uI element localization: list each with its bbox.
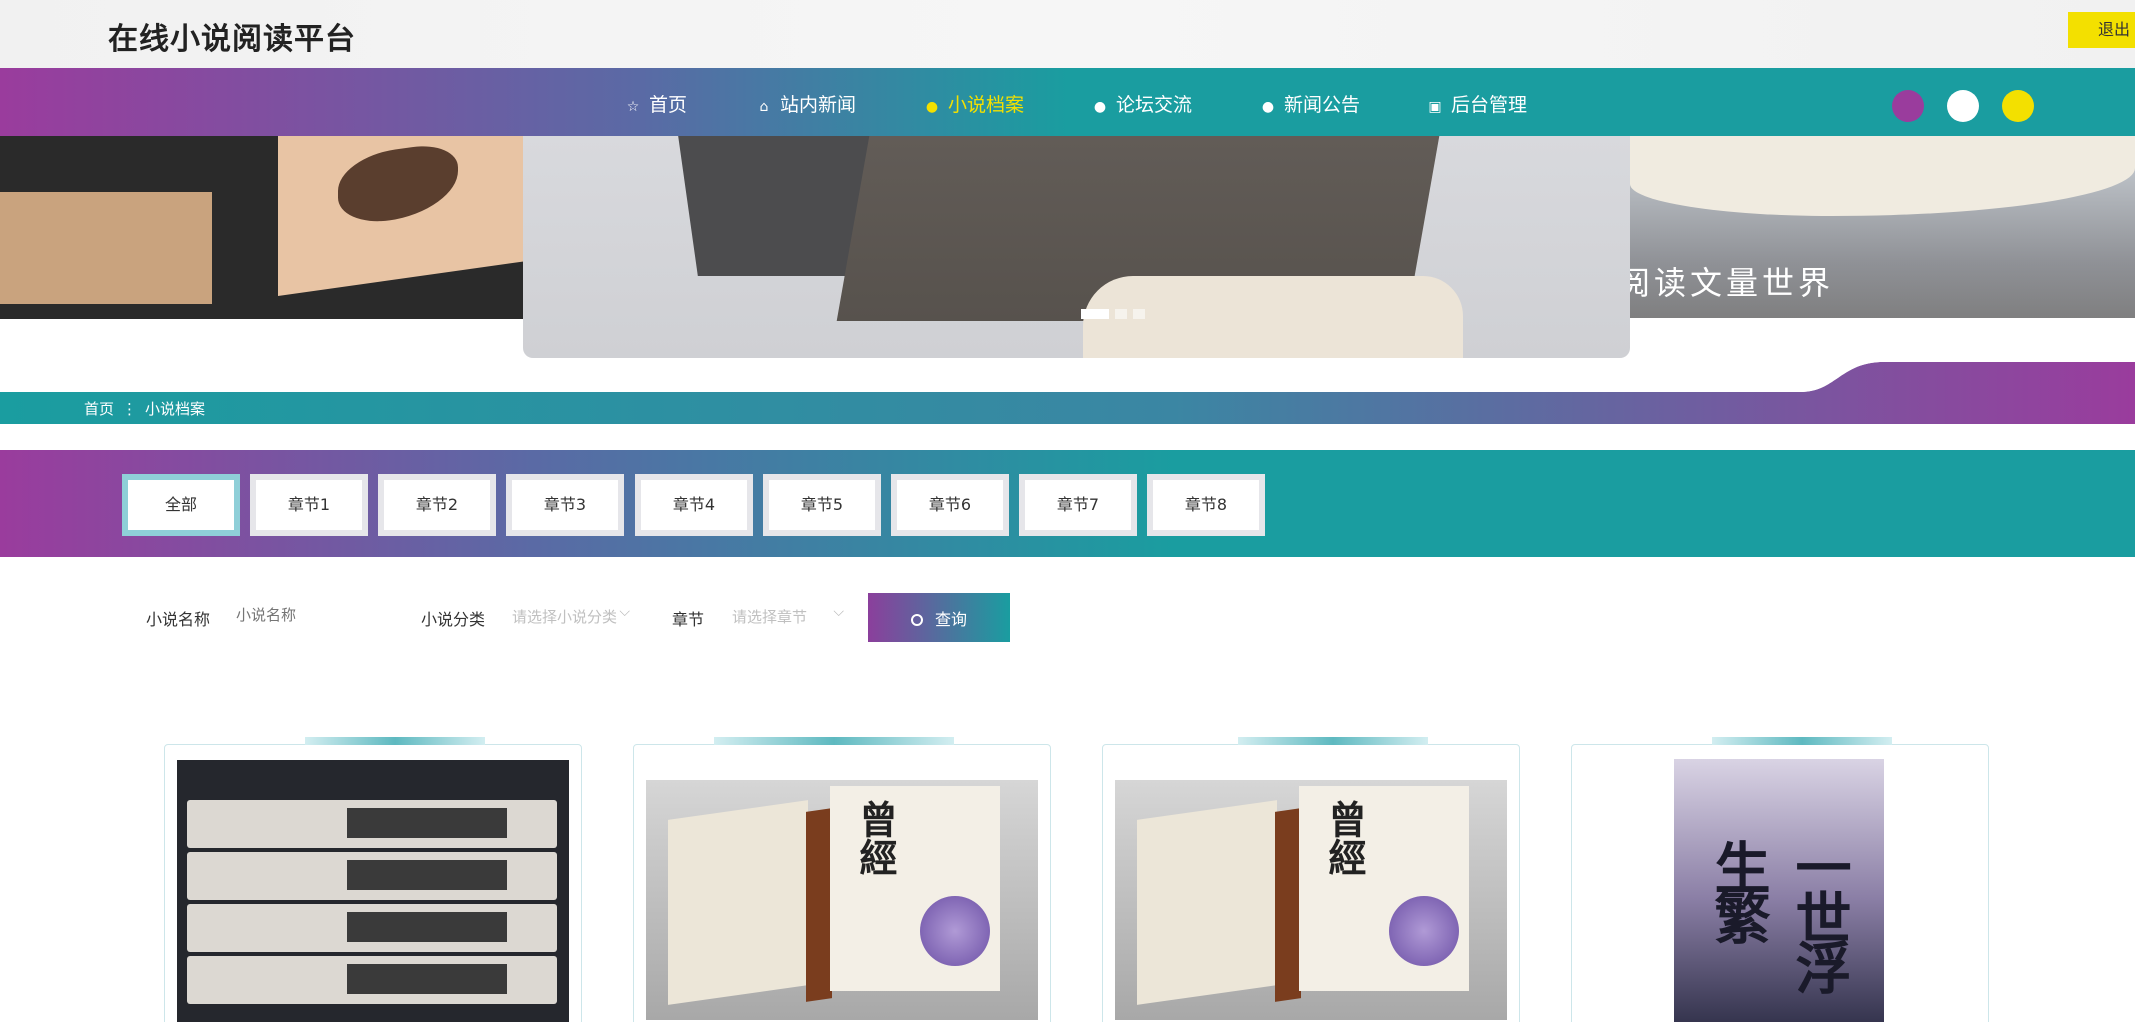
question-icon: ●	[1093, 99, 1107, 115]
carousel-indicators	[1081, 309, 1161, 319]
lotus-image	[1389, 896, 1459, 966]
info-icon: ●	[925, 99, 939, 115]
novel-name-label: 小说名称	[146, 610, 211, 629]
nav-label: 站内新闻	[780, 94, 857, 116]
card-tab	[1712, 737, 1892, 745]
novel-name-input[interactable]	[226, 592, 376, 638]
chapter-select-value: 请选择章节	[732, 608, 808, 626]
business-card-image	[278, 136, 528, 296]
carousel-dot[interactable]	[1081, 309, 1109, 319]
logout-button[interactable]: 退出	[2068, 12, 2135, 48]
info-icon: ●	[1261, 99, 1275, 115]
novel-card[interactable]: 一世浮生繁	[1571, 737, 1989, 1022]
banner-overlay-text: 阅读文量世界	[1618, 264, 1835, 302]
breadcrumb-home[interactable]: 首页	[84, 400, 114, 418]
novel-card[interactable]: 曾經	[1102, 737, 1520, 1022]
chip-chapter-2[interactable]: 章节2	[378, 474, 496, 536]
main-nav: ☆ 首页 ⌂ 站内新闻 ● 小说档案 ● 论坛交流 ● 新闻公告 ▣ 后台管理	[0, 68, 2135, 136]
category-select-value: 请选择小说分类	[512, 608, 618, 626]
calendar-icon: ▣	[1428, 99, 1442, 115]
chapter-label: 章节	[672, 610, 705, 629]
chip-chapter-4[interactable]: 章节4	[635, 474, 753, 536]
novel-cover-image[interactable]: 一世浮生繁	[1674, 759, 1884, 1022]
cover-title: 一世浮生繁	[1705, 839, 1852, 989]
breadcrumb-band	[0, 360, 2135, 424]
nav-item-admin[interactable]: ▣ 后台管理	[1427, 90, 1527, 117]
nav-item-forum[interactable]: ● 论坛交流	[1092, 90, 1192, 117]
banner-carousel[interactable]: 阅读文量世界	[0, 136, 2135, 360]
business-card-image	[0, 192, 212, 304]
search-icon	[910, 613, 923, 626]
chip-chapter-7[interactable]: 章节7	[1019, 474, 1137, 536]
header-bar: 在线小说阅读平台 退出	[0, 0, 2135, 68]
nav-label: 新闻公告	[1284, 94, 1361, 116]
theme-dot-yellow[interactable]	[2002, 90, 2034, 122]
novel-cover-image[interactable]	[177, 760, 569, 1022]
chip-chapter-1[interactable]: 章节1	[250, 474, 368, 536]
cover-title: 曾經	[853, 800, 898, 876]
nav-item-announcements[interactable]: ● 新闻公告	[1260, 90, 1360, 117]
nav-label: 首页	[649, 94, 688, 116]
banner-slide-left	[0, 136, 528, 319]
novel-cover-image[interactable]: 曾經	[646, 780, 1038, 1020]
chevron-down-icon: ⌵	[619, 604, 630, 620]
site-title: 在线小说阅读平台	[108, 22, 356, 57]
novel-category-label: 小说分类	[421, 610, 486, 629]
theme-dot-white[interactable]	[1947, 90, 1979, 122]
search-button-label: 查询	[934, 611, 967, 629]
breadcrumb-current: 小说档案	[145, 400, 206, 418]
nav-item-novel-archive[interactable]: ● 小说档案	[924, 90, 1024, 117]
nav-label: 小说档案	[948, 94, 1025, 116]
breadcrumb-separator: ⋮	[122, 400, 138, 418]
nav-item-home[interactable]: ☆ 首页	[625, 90, 687, 117]
chip-all[interactable]: 全部	[122, 474, 240, 536]
nav-label: 后台管理	[1451, 94, 1528, 116]
carousel-dot[interactable]	[1133, 309, 1145, 319]
novel-category-select[interactable]: 请选择小说分类 ⌵	[500, 592, 636, 638]
card-tab	[1238, 737, 1428, 745]
chip-chapter-8[interactable]: 章节8	[1147, 474, 1265, 536]
carousel-dot[interactable]	[1115, 309, 1127, 319]
novel-cover-image[interactable]: 曾經	[1115, 780, 1507, 1020]
open-book-image	[1630, 136, 2135, 216]
cover-title: 曾經	[1322, 800, 1367, 876]
search-button[interactable]: 查询	[868, 593, 1010, 642]
novel-card[interactable]: 曾經	[633, 737, 1051, 1022]
bag-icon: ⌂	[759, 99, 769, 115]
theme-dot-purple[interactable]	[1892, 90, 1924, 122]
star-icon: ☆	[626, 99, 640, 115]
chevron-down-icon: ⌵	[833, 604, 844, 620]
breadcrumb: 首页 ⋮ 小说档案	[84, 398, 205, 419]
card-tab	[714, 737, 954, 745]
nav-label: 论坛交流	[1116, 94, 1193, 116]
nav-item-site-news[interactable]: ⌂ 站内新闻	[756, 90, 856, 117]
chip-chapter-6[interactable]: 章节6	[891, 474, 1009, 536]
novel-card[interactable]	[164, 737, 582, 1022]
chip-chapter-3[interactable]: 章节3	[506, 474, 624, 536]
lotus-image	[920, 896, 990, 966]
banner-slide-main	[523, 136, 1630, 358]
chapter-select[interactable]: 请选择章节 ⌵	[720, 592, 850, 638]
chip-chapter-5[interactable]: 章节5	[763, 474, 881, 536]
card-tab	[305, 737, 485, 745]
